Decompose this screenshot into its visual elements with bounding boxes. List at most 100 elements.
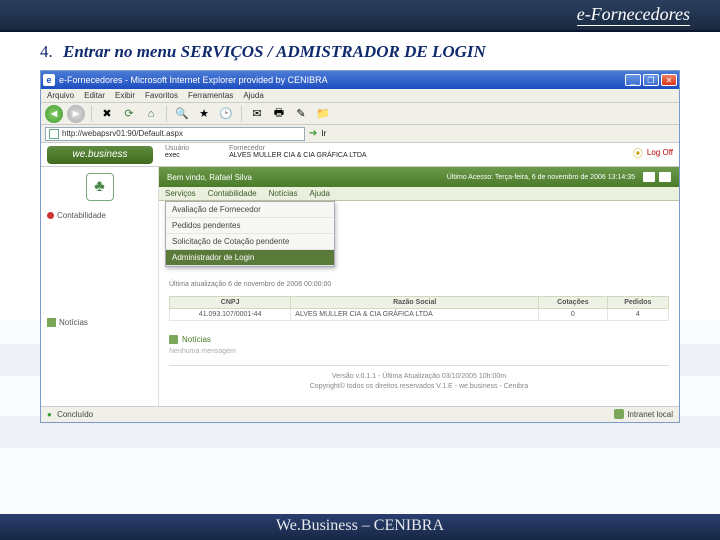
th-cotacoes: Cotações [539, 297, 608, 309]
page-content: we.business Usuário exec Fornecedor ALVE… [41, 143, 679, 406]
left-column: ♣ Contabilidade Notícias [41, 167, 159, 406]
flag-icon[interactable] [643, 172, 655, 182]
supplier-table: CNPJ Razão Social Cotações Pedidos 41.09… [169, 296, 669, 321]
go-label[interactable]: Ir [321, 129, 326, 138]
toolbar-separator [91, 106, 92, 122]
table-header-row: CNPJ Razão Social Cotações Pedidos [170, 297, 669, 309]
welcome-text: Bem vindo, Rafael Silva [167, 173, 252, 182]
ie-title-text: e-Fornecedores - Microsoft Internet Expl… [59, 75, 625, 85]
news-icon [47, 318, 56, 327]
welcome-banner: Bem vindo, Rafael Silva Último Acesso: T… [159, 167, 679, 187]
page-icon [49, 129, 59, 139]
window-buttons: _ ❐ ✕ [625, 74, 677, 86]
address-input[interactable]: http://webapsrv01:90/Default.aspx [45, 127, 305, 141]
th-pedidos: Pedidos [607, 297, 668, 309]
content-area: Última atualização 6 de novembro de 2006… [159, 267, 679, 406]
ie-toolbar: ◄ ► ✖ ⟳ ⌂ 🔍 ★ 🕑 ✉ 🖶 ✎ 📁 [41, 103, 679, 125]
zone-icon [614, 409, 624, 419]
banner-flags [643, 172, 671, 182]
step-instruction: 4. Entrar no menu SERVIÇOS / ADMISTRADOR… [0, 32, 720, 70]
flag-icon[interactable] [659, 172, 671, 182]
search-icon[interactable]: 🔍 [173, 105, 191, 123]
menu-favoritos[interactable]: Favoritos [145, 91, 178, 100]
zone-text: Intranet local [627, 410, 673, 419]
version-line2: Copyright© todos os direitos reservados … [169, 382, 669, 392]
key-icon: ⦿ [633, 145, 643, 160]
top-fields: Usuário exec Fornecedor ALVES MULLER CIA… [159, 143, 679, 166]
left-noticias-label: Notícias [59, 318, 88, 327]
field-usuario: Usuário exec [165, 145, 189, 159]
ie-statusbar: ● Concluído Intranet local [41, 406, 679, 422]
left-nav-noticias[interactable]: Notícias [41, 314, 158, 331]
print-icon[interactable]: 🖶 [270, 105, 288, 123]
dropdown-item-avaliacao[interactable]: Avaliação de Fornecedor [166, 202, 334, 218]
webusiness-logo-wrap: we.business [41, 143, 159, 166]
field-fornecedor: Fornecedor ALVES MULLER CIA & CIA GRÁFIC… [229, 145, 366, 159]
refresh-icon[interactable]: ⟳ [120, 105, 138, 123]
menu-ajuda[interactable]: Ajuda [310, 189, 330, 198]
menu-noticias[interactable]: Notícias [269, 189, 298, 198]
news-heading: Notícias [169, 335, 669, 344]
edit-icon[interactable]: ✎ [292, 105, 310, 123]
fornecedor-value: ALVES MULLER CIA & CIA GRÁFICA LTDA [229, 152, 366, 159]
cell-pedidos: 4 [607, 309, 668, 321]
ie-app-icon: e [43, 74, 55, 86]
history-icon[interactable]: 🕑 [217, 105, 235, 123]
menu-editar[interactable]: Editar [84, 91, 105, 100]
ie-window: e e-Fornecedores - Microsoft Internet Ex… [40, 70, 680, 423]
servicos-dropdown: Avaliação de Fornecedor Pedidos pendente… [165, 201, 335, 267]
menu-ajuda[interactable]: Ajuda [243, 91, 263, 100]
stop-icon[interactable]: ✖ [98, 105, 116, 123]
toolbar-separator [241, 106, 242, 122]
fornecedor-label: Fornecedor [229, 145, 366, 152]
right-column: Bem vindo, Rafael Silva Último Acesso: T… [159, 167, 679, 406]
menu-contabilidade[interactable]: Contabilidade [208, 189, 257, 198]
status-text: Concluído [57, 410, 93, 419]
favorites-icon[interactable]: ★ [195, 105, 213, 123]
version-line1: Versão v.0.1.1 - Última Atualização 03/1… [169, 372, 669, 382]
left-nav-contabilidade[interactable]: Contabilidade [41, 207, 158, 224]
address-text: http://webapsrv01:90/Default.aspx [62, 129, 183, 138]
cell-razao: ALVES MULLER CIA & CIA GRÁFICA LTDA [291, 309, 539, 321]
slide-title: e-Fornecedores [577, 4, 690, 26]
menu-arquivo[interactable]: Arquivo [47, 91, 74, 100]
news-label: Notícias [182, 335, 211, 344]
usuario-label: Usuário [165, 145, 189, 152]
forward-button[interactable]: ► [67, 105, 85, 123]
dropdown-item-admin-login[interactable]: Administrador de Login [166, 250, 334, 266]
th-cnpj: CNPJ [170, 297, 291, 309]
bullet-icon [47, 212, 54, 219]
news-icon [169, 335, 178, 344]
menu-exibir[interactable]: Exibir [115, 91, 135, 100]
logoff-area[interactable]: ⦿ Log Off [633, 145, 673, 160]
cell-cotacoes: 0 [539, 309, 608, 321]
logoff-label: Log Off [647, 148, 673, 157]
ie-addressbar: http://webapsrv01:90/Default.aspx ➔ Ir [41, 125, 679, 143]
version-footer: Versão v.0.1.1 - Última Atualização 03/1… [169, 365, 669, 398]
page-main: ♣ Contabilidade Notícias Bem vindo, Rafa… [41, 167, 679, 406]
maximize-button[interactable]: ❐ [643, 74, 659, 86]
slide-footer: We.Business – CENIBRA [0, 514, 720, 540]
folder-icon[interactable]: 📁 [314, 105, 332, 123]
company-logo: ♣ [41, 167, 158, 207]
done-icon: ● [47, 410, 52, 419]
app-menubar: Serviços Contabilidade Notícias Ajuda [159, 187, 679, 201]
go-icon[interactable]: ➔ [309, 128, 317, 139]
dropdown-item-cotacao[interactable]: Solicitação de Cotação pendente [166, 234, 334, 250]
minimize-button[interactable]: _ [625, 74, 641, 86]
close-button[interactable]: ✕ [661, 74, 677, 86]
dropdown-item-pedidos[interactable]: Pedidos pendentes [166, 218, 334, 234]
back-button[interactable]: ◄ [45, 105, 63, 123]
step-number: 4. [40, 42, 53, 61]
clover-icon: ♣ [86, 173, 114, 201]
status-left: ● Concluído [47, 410, 93, 419]
menu-ferramentas[interactable]: Ferramentas [188, 91, 233, 100]
mail-icon[interactable]: ✉ [248, 105, 266, 123]
usuario-value: exec [165, 152, 189, 159]
menu-servicos[interactable]: Serviços [165, 189, 196, 198]
th-razao: Razão Social [291, 297, 539, 309]
table-row[interactable]: 41.093.107/0001-44 ALVES MULLER CIA & CI… [170, 309, 669, 321]
home-icon[interactable]: ⌂ [142, 105, 160, 123]
last-access: Último Acesso: Terça-feira, 6 de novembr… [447, 174, 635, 181]
slide-header: e-Fornecedores [0, 0, 720, 32]
